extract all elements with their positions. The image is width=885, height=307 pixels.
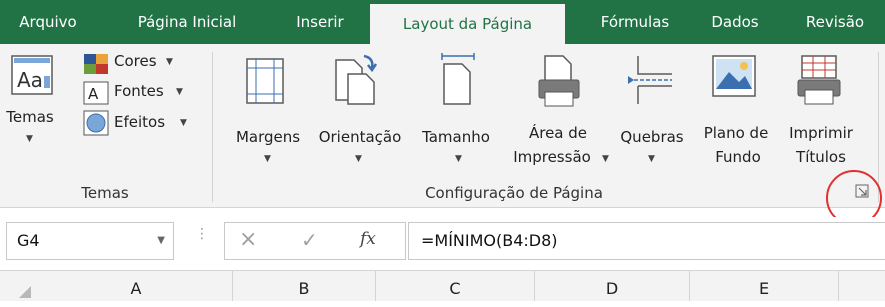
formula-text: =MÍNIMO(B4:D8) — [421, 231, 558, 250]
name-box-value: G4 — [17, 231, 40, 250]
fontes-label: Fontes — [114, 82, 164, 100]
column-headers: A B C D E — [0, 270, 885, 301]
fundo-label: Fundo — [715, 148, 761, 166]
column-header-c[interactable]: C — [376, 271, 535, 301]
orientation-icon — [335, 54, 378, 105]
imprimir-label: Imprimir — [789, 124, 853, 142]
tab-layout-da-pagina[interactable]: Layout da Página — [370, 4, 565, 44]
group-separator — [212, 52, 213, 202]
chevron-down-icon: ▼ — [355, 154, 362, 164]
enter-icon[interactable]: ✓ — [301, 228, 318, 252]
temas-label: Temas — [6, 108, 54, 126]
chevron-down-icon: ▼ — [264, 154, 271, 164]
insert-function-icon[interactable]: fx — [360, 229, 376, 249]
tamanho-label: Tamanho — [422, 128, 490, 146]
chevron-down-icon: ▼ — [26, 134, 33, 144]
margins-icon — [246, 58, 284, 104]
chevron-down-icon: ▼ — [455, 154, 462, 164]
chevron-down-icon: ▼ — [166, 57, 173, 67]
svg-text:A: A — [88, 85, 99, 103]
themes-icon: Aa — [11, 55, 53, 95]
plano-de-label: Plano de — [703, 124, 769, 142]
formula-buttons: × ✓ fx — [224, 222, 406, 260]
chevron-down-icon: ▼ — [648, 154, 655, 164]
effects-icon — [83, 110, 109, 136]
column-header-d[interactable]: D — [535, 271, 690, 301]
tab-formulas[interactable]: Fórmulas — [585, 0, 685, 44]
select-all-icon[interactable] — [18, 285, 32, 299]
print-area-icon — [538, 55, 580, 107]
group-separator — [878, 52, 879, 202]
tab-inserir[interactable]: Inserir — [285, 0, 355, 44]
formula-input[interactable]: =MÍNIMO(B4:D8) — [408, 222, 885, 260]
svg-text:Aa: Aa — [17, 68, 43, 92]
fonts-icon: A — [83, 81, 109, 105]
tab-pagina-inicial[interactable]: Página Inicial — [122, 0, 252, 44]
cancel-icon[interactable]: × — [239, 227, 257, 252]
formula-bar: G4 ▼ ⋮ × ✓ fx =MÍNIMO(B4:D8) — [0, 217, 885, 265]
cores-label: Cores — [114, 52, 157, 70]
impressao-label: Impressão — [513, 148, 591, 166]
quebras-label: Quebras — [620, 128, 684, 146]
drag-handle-icon[interactable]: ⋮ — [195, 227, 209, 241]
tab-revisao[interactable]: Revisão — [795, 0, 875, 44]
titulos-label: Títulos — [796, 148, 846, 166]
column-header-a[interactable]: A — [40, 271, 233, 301]
group-label-configuracao-de-pagina: Configuração de Página — [425, 184, 603, 202]
tab-dados[interactable]: Dados — [700, 0, 770, 44]
ribbon-body: Aa Temas ▼ Cores ▼ A Fontes ▼ Efeitos ▼ … — [0, 44, 885, 208]
orientacao-label: Orientação — [318, 128, 402, 146]
name-box[interactable]: G4 ▼ — [6, 222, 174, 260]
size-icon — [441, 53, 475, 105]
group-label-temas: Temas — [81, 184, 129, 202]
breaks-icon — [628, 56, 672, 104]
column-header-b[interactable]: B — [233, 271, 376, 301]
ribbon-tab-bar: Arquivo Página Inicial Inserir Layout da… — [0, 0, 885, 44]
area-de-label: Área de — [528, 124, 588, 142]
efeitos-label: Efeitos — [114, 113, 166, 131]
colors-icon — [84, 54, 108, 74]
chevron-down-icon[interactable]: ▼ — [157, 235, 165, 246]
chevron-down-icon: ▼ — [176, 87, 183, 97]
print-titles-icon — [797, 55, 841, 105]
chevron-down-icon: ▼ — [602, 154, 609, 164]
tab-arquivo[interactable]: Arquivo — [8, 0, 88, 44]
chevron-down-icon: ▼ — [180, 118, 187, 128]
background-image-icon — [712, 55, 756, 97]
column-header-e[interactable]: E — [690, 271, 839, 301]
margens-label: Margens — [235, 128, 301, 146]
